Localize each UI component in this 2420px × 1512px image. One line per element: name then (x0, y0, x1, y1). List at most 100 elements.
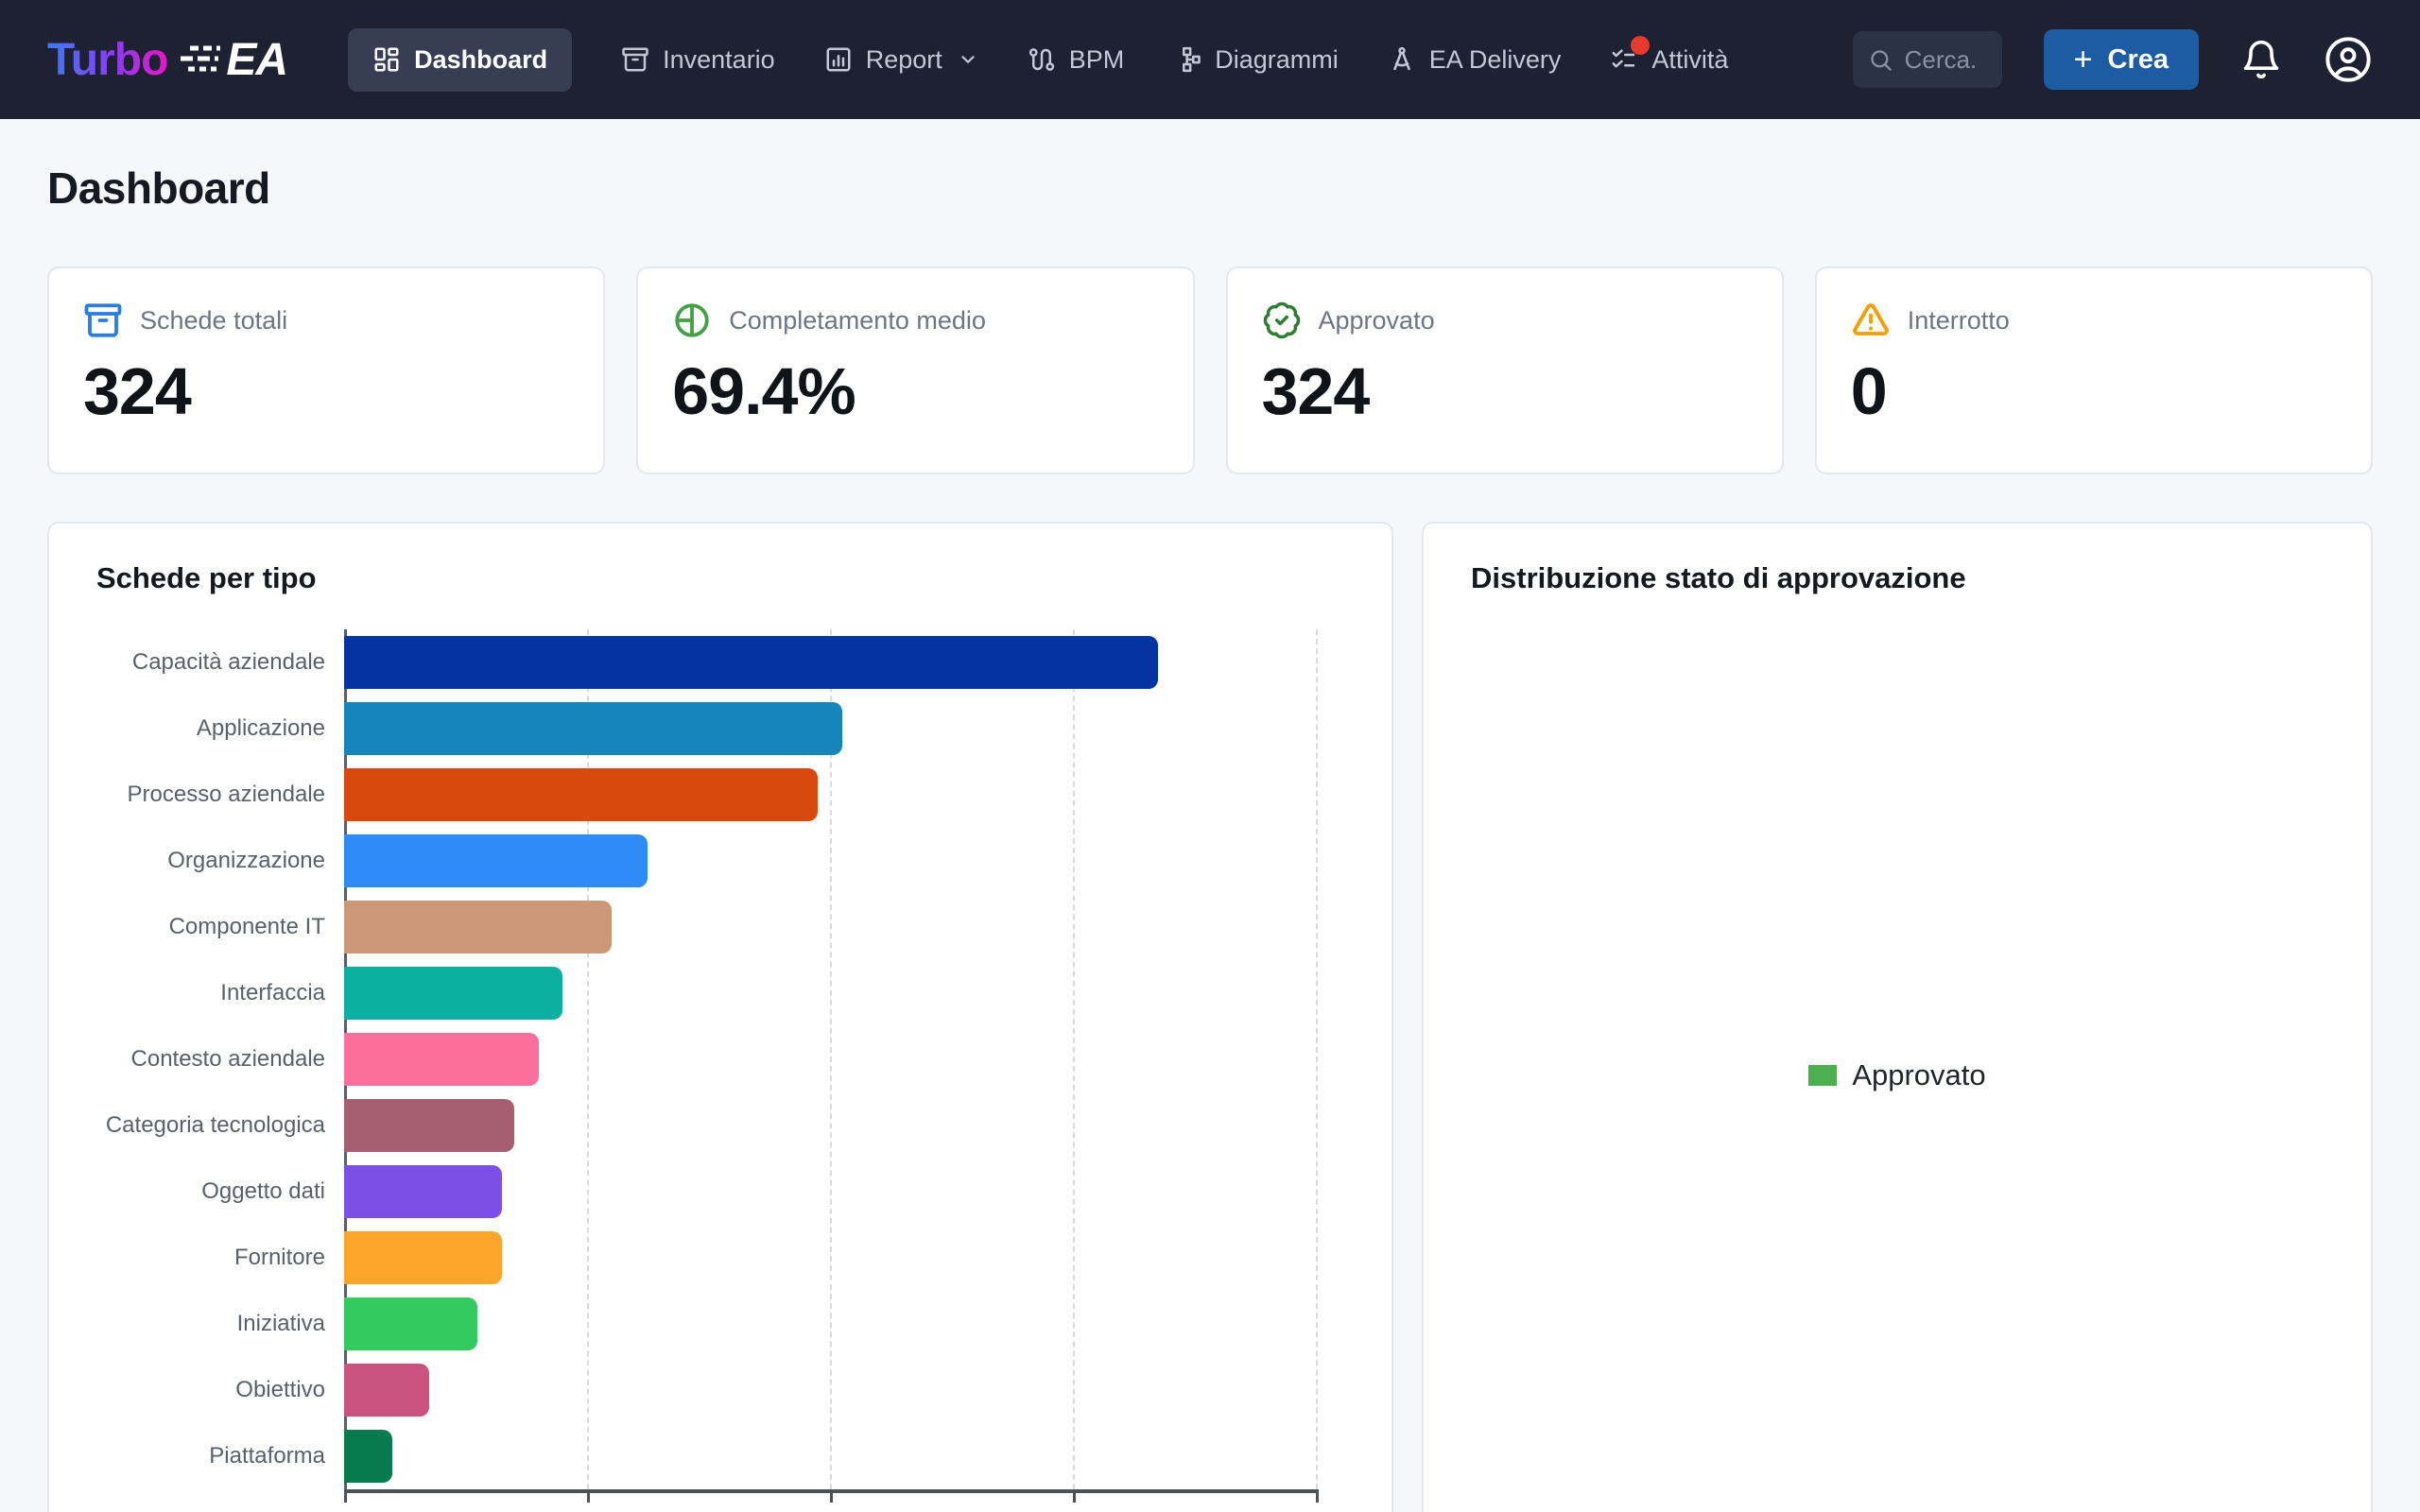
bar-category-label: Contesto aziendale (96, 1047, 344, 1073)
bar[interactable] (344, 768, 818, 821)
bar-category-label: Organizzazione (96, 849, 344, 874)
nav-item-diagrammi[interactable]: Diagrammi (1173, 45, 1339, 75)
stat-value: 324 (83, 353, 569, 429)
top-navigation-bar: Turbo EA Dashboard Inventario Report BPM (0, 0, 2420, 119)
stat-value: 69.4% (672, 353, 1158, 429)
bar-track (344, 1099, 1316, 1152)
nav-item-ea-delivery[interactable]: EA Delivery (1388, 45, 1562, 75)
bar-category-label: Fornitore (96, 1246, 344, 1271)
nav-item-dashboard[interactable]: Dashboard (348, 28, 572, 92)
plus-icon: + (2074, 43, 2093, 76)
bar-category-label: Processo aziendale (96, 782, 344, 808)
bar-row: Interfaccia (96, 960, 1344, 1026)
page-title: Dashboard (47, 163, 2373, 214)
nav-right-cluster: + Crea (1853, 29, 2373, 90)
primary-nav: Dashboard Inventario Report BPM Diagramm… (348, 28, 1728, 92)
pie-legend[interactable]: Approvato (1424, 1058, 2371, 1092)
logo-turbo-text: Turbo (47, 34, 167, 86)
archive-box-icon (83, 301, 123, 340)
nav-item-inventario[interactable]: Inventario (621, 45, 775, 75)
pie-circle-icon (672, 301, 712, 340)
search-input[interactable] (1905, 45, 1975, 75)
warning-triangle-icon (1851, 301, 1891, 340)
bar-track (344, 1165, 1316, 1218)
stat-label: Approvato (1319, 306, 1435, 335)
bar-row: Capacità aziendale (96, 629, 1344, 696)
bar-track (344, 1364, 1316, 1417)
bar-row: Categoria tecnologica (96, 1092, 1344, 1159)
bar-track (344, 702, 1316, 755)
bar[interactable] (344, 901, 612, 954)
legend-swatch-approvato (1808, 1065, 1837, 1086)
logo-ea-text: EA (226, 34, 287, 86)
bar[interactable] (344, 834, 648, 887)
bar-track (344, 1430, 1316, 1483)
x-axis-tick (1316, 1493, 1319, 1503)
legend-label-approvato: Approvato (1852, 1058, 1985, 1092)
nav-item-bpm[interactable]: BPM (1028, 45, 1125, 75)
stat-card-schede-totali: Schede totali 324 (47, 266, 605, 474)
bar-category-label: Applicazione (96, 716, 344, 742)
bar[interactable] (344, 702, 842, 755)
nav-label: EA Delivery (1429, 45, 1562, 75)
nav-label: Diagrammi (1215, 45, 1339, 75)
bar-track (344, 901, 1316, 954)
bar-category-label: Piattaforma (96, 1444, 344, 1469)
bar-category-label: Categoria tecnologica (96, 1113, 344, 1139)
create-button[interactable]: + Crea (2044, 29, 2199, 90)
panel-distribuzione-stato: Distribuzione stato di approvazione Appr… (1422, 522, 2373, 1512)
bar-category-label: Capacità aziendale (96, 650, 344, 676)
global-search[interactable] (1853, 31, 2002, 88)
report-chart-icon (824, 45, 853, 74)
bar[interactable] (344, 1033, 539, 1086)
user-menu-button[interactable] (2324, 35, 2373, 84)
bar[interactable] (344, 1231, 502, 1284)
nav-label: Dashboard (414, 45, 547, 75)
bar-category-label: Oggetto dati (96, 1179, 344, 1205)
bpm-workflow-icon (1028, 45, 1056, 74)
stat-value: 324 (1262, 353, 1748, 429)
bar-track (344, 1231, 1316, 1284)
x-axis-tick (1073, 1493, 1076, 1503)
stat-label: Completamento medio (729, 306, 986, 335)
bar-row: Oggetto dati (96, 1159, 1344, 1225)
nav-label: Attività (1651, 45, 1728, 75)
notification-dot (1631, 36, 1650, 55)
notifications-button[interactable] (2240, 39, 2282, 80)
bar-row: Fornitore (96, 1225, 1344, 1291)
nav-item-report[interactable]: Report (824, 45, 978, 75)
x-axis-tick (344, 1493, 347, 1503)
nav-item-attivita[interactable]: Attività (1610, 45, 1728, 75)
stat-label: Schede totali (140, 306, 287, 335)
x-axis-tick (830, 1493, 833, 1503)
bar-row: Applicazione (96, 696, 1344, 762)
bar-track (344, 1297, 1316, 1350)
drafting-compass-icon (1388, 45, 1416, 74)
stat-label: Interrotto (1908, 306, 2010, 335)
nav-label: BPM (1069, 45, 1125, 75)
bar[interactable] (344, 1364, 429, 1417)
bar-row: Iniziativa (96, 1291, 1344, 1357)
bar-category-label: Interfaccia (96, 981, 344, 1006)
bar[interactable] (344, 636, 1158, 689)
bar-track (344, 768, 1316, 821)
logo-speed-lines-icon (173, 43, 224, 76)
panel-schede-per-tipo: Schede per tipo Capacità aziendaleApplic… (47, 522, 1393, 1512)
charts-row: Schede per tipo Capacità aziendaleApplic… (47, 522, 2373, 1512)
bar-rows: Capacità aziendale Applicazione Processo a… (96, 629, 1344, 1489)
archive-box-icon (621, 45, 649, 74)
bar[interactable] (344, 967, 562, 1020)
bar-row: Componente IT (96, 894, 1344, 960)
chevron-down-icon (958, 49, 978, 70)
horizontal-bar-chart: Capacità aziendale Applicazione Processo a… (96, 629, 1344, 1512)
bar[interactable] (344, 1165, 502, 1218)
diagram-tree-icon (1173, 45, 1201, 74)
app-logo[interactable]: Turbo EA (47, 34, 287, 86)
user-circle-icon (2324, 35, 2373, 84)
bar[interactable] (344, 1430, 392, 1483)
stat-cards-row: Schede totali 324 Completamento medio 69… (47, 266, 2373, 474)
search-icon (1868, 47, 1893, 73)
bar[interactable] (344, 1297, 477, 1350)
bar[interactable] (344, 1099, 514, 1152)
bar-track (344, 834, 1316, 887)
